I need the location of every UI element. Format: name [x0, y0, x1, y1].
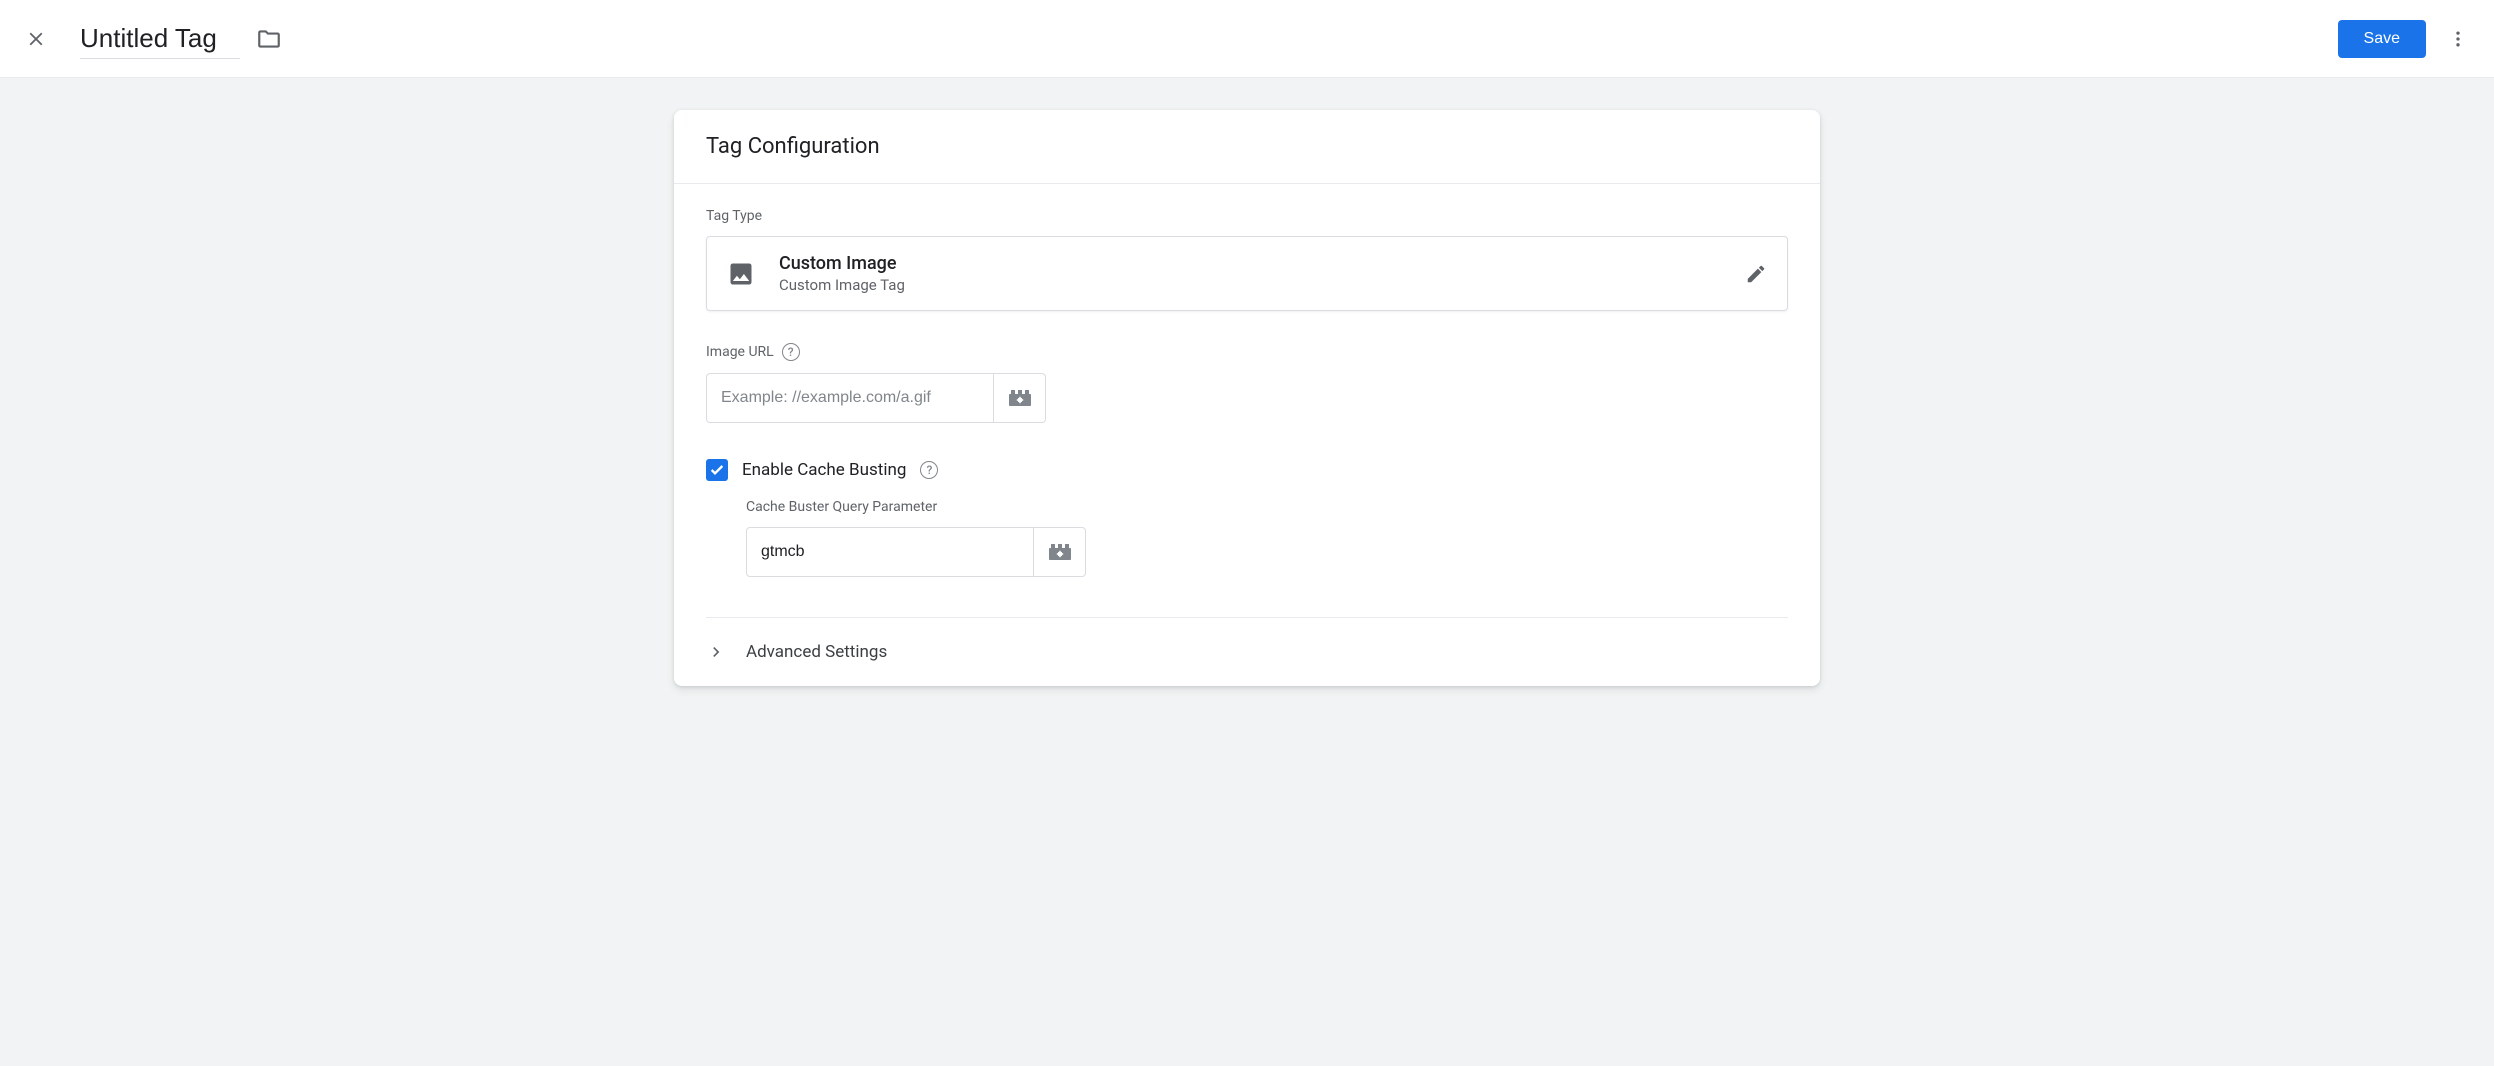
- tag-type-label: Tag Type: [706, 208, 1788, 224]
- close-icon: [25, 28, 47, 50]
- cache-param-input[interactable]: [746, 527, 1034, 577]
- image-icon: [727, 260, 755, 288]
- tag-name-input[interactable]: [80, 19, 240, 59]
- cache-busting-checkbox[interactable]: [706, 459, 728, 481]
- cache-param-label: Cache Buster Query Parameter: [746, 499, 1788, 515]
- chevron-right-icon: [706, 642, 726, 662]
- check-icon: [709, 462, 725, 478]
- cache-busting-help-button[interactable]: ?: [920, 461, 938, 479]
- cache-busting-label: Enable Cache Busting: [742, 460, 906, 480]
- image-url-variable-button[interactable]: [994, 373, 1046, 423]
- editor-header: Save: [0, 0, 2494, 78]
- close-button[interactable]: [24, 27, 48, 51]
- more-vert-icon: [2448, 29, 2468, 49]
- cache-busting-row: Enable Cache Busting ?: [706, 459, 1788, 481]
- card-title: Tag Configuration: [706, 134, 1788, 159]
- advanced-settings-label: Advanced Settings: [746, 642, 887, 662]
- image-url-help-button[interactable]: ?: [782, 343, 800, 361]
- image-url-label: Image URL ?: [706, 343, 1788, 361]
- tag-type-description: Custom Image Tag: [779, 276, 1721, 294]
- content-area: Tag Configuration Tag Type Custom Image …: [0, 78, 2494, 1066]
- folder-icon: [256, 26, 282, 52]
- tag-type-name: Custom Image: [779, 253, 1721, 274]
- edit-tag-type-button[interactable]: [1745, 263, 1767, 285]
- tag-type-text: Custom Image Custom Image Tag: [779, 253, 1721, 294]
- advanced-settings-toggle[interactable]: Advanced Settings: [674, 618, 1820, 686]
- image-url-input[interactable]: [706, 373, 994, 423]
- more-menu-button[interactable]: [2446, 27, 2470, 51]
- card-header: Tag Configuration: [674, 110, 1820, 184]
- tag-config-card: Tag Configuration Tag Type Custom Image …: [674, 110, 1820, 686]
- folder-button[interactable]: [256, 26, 282, 52]
- image-url-label-text: Image URL: [706, 344, 774, 360]
- cache-param-variable-button[interactable]: [1034, 527, 1086, 577]
- tag-type-selector[interactable]: Custom Image Custom Image Tag: [706, 236, 1788, 311]
- variable-icon: [1008, 389, 1032, 407]
- variable-icon: [1048, 543, 1072, 561]
- pencil-icon: [1745, 263, 1767, 285]
- save-button[interactable]: Save: [2338, 20, 2426, 58]
